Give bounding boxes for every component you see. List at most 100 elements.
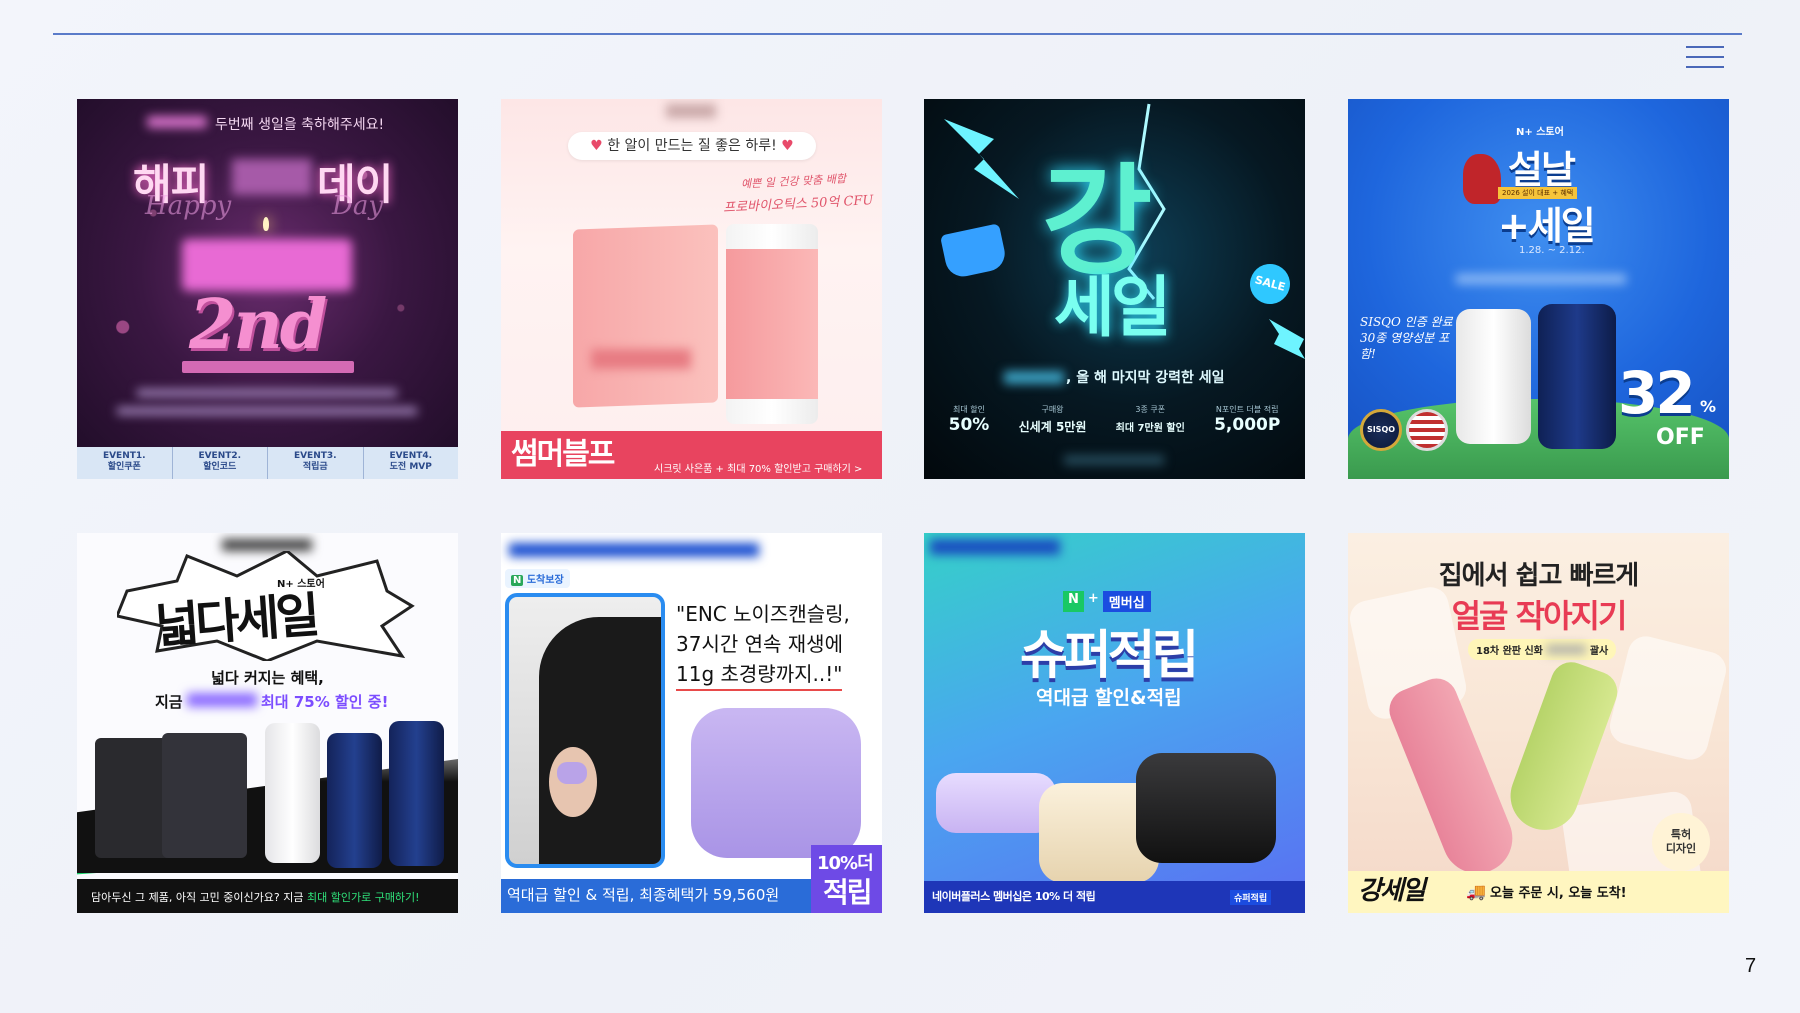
event-item[interactable]: EVENT4. 도전 MVP <box>364 447 459 479</box>
page-number: 7 <box>1745 955 1757 977</box>
brand-logo-text: 썸머블프 <box>511 437 615 472</box>
off-label: OFF <box>1656 425 1705 450</box>
event-bar: EVENT1. 할인쿠폰 EVENT2. 할인코드 EVENT3. 적립금 EVENT… <box>77 447 458 479</box>
footer-cta[interactable]: 시크릿 사은품 + 최대 70% 할인받고 구매하기 > <box>654 460 862 475</box>
footer-text[interactable]: 담아두신 그 제품, 아직 고민 중이신가요? 지금 최대 할인가로 구매하기! <box>91 889 420 905</box>
banner-tile-super-rewards[interactable]: N + 멤버십 슈퍼적립 역대급 할인&적립 네이버플러스 멤버십은 10% 더… <box>924 533 1305 913</box>
event-item[interactable]: EVENT3. 적립금 <box>268 447 364 479</box>
ice-cube-decor <box>1606 632 1729 764</box>
handwrite-line-1: 예쁜 일 건강 맞춤 배합 <box>740 172 847 191</box>
percent-number: 32 <box>1618 359 1696 427</box>
hamburger-menu-icon[interactable] <box>1686 44 1726 70</box>
heart-icon: ♥ <box>781 138 794 154</box>
stat-item: N포인트 더블 적립 5,000P <box>1214 405 1281 435</box>
blurred-brand <box>930 539 1060 555</box>
bottle-label <box>726 249 818 399</box>
title-line-2: 얼굴 작아지기 <box>1451 597 1628 635</box>
tagline-pill: ♥ 한 알이 만드는 질 좋은 하루! ♥ <box>568 132 816 160</box>
footer-text[interactable]: 역대급 할인 & 적립, 최종혜택가 59,560원 <box>507 884 779 905</box>
quote-line: 37시간 연속 재생에 <box>676 632 843 656</box>
product-box <box>573 224 718 408</box>
truck-icon: 🚚 <box>1466 882 1486 901</box>
quote-block: "ENC 노이즈캔슬링, 37시간 연속 재생에 11g 초경량까지..!" <box>676 599 850 691</box>
horse-icon <box>1463 154 1501 204</box>
quote-line: 11g 초경량까지..!" <box>676 659 843 691</box>
title-2: +세일 <box>1498 204 1596 248</box>
blurred-box-text <box>591 349 691 369</box>
blurred-cake <box>182 239 352 291</box>
subtitle-text: 역대급 할인&적립 <box>1036 687 1182 709</box>
brand-logo-text: 강세일 <box>1358 876 1426 906</box>
title-line-1: 집에서 쉽고 빠르게 <box>1438 561 1639 591</box>
heart-icon: ♥ <box>590 138 603 154</box>
arrival-badge: N 도착보장 <box>505 569 570 588</box>
handwrite-line-2: 프로바이오틱스 50억 CFU <box>722 193 874 216</box>
earbuds-case-lavender <box>936 773 1056 833</box>
membership-badge: N + 멤버십 <box>1063 591 1151 612</box>
blurred-subtitle <box>1456 274 1626 284</box>
footer-text[interactable]: 오늘 주문 시, 오늘 도착! <box>1490 882 1627 901</box>
store-badge: N+ 스토어 <box>1516 127 1564 138</box>
title-text: 슈퍼적립 <box>1020 626 1199 686</box>
banner-tile-happy-day[interactable]: 두번째 생일을 축하해주세요! 해피 데이 Happy Day 2nd EVEN… <box>77 99 458 479</box>
line-2-prefix: 지금 <box>155 693 183 711</box>
top-divider-rule <box>53 33 1742 35</box>
product-pouch-2 <box>162 733 247 858</box>
blurred-brand <box>147 116 207 128</box>
blurred-brand <box>222 539 312 551</box>
title-1: 설날 <box>1508 148 1576 192</box>
big-number-text: 2nd <box>189 285 327 365</box>
dates-text: 1.28. ~ 2.12. <box>1519 245 1585 256</box>
cake-base <box>182 361 354 373</box>
line-2-highlight: 최대 75% 할인 중! <box>261 693 389 711</box>
line-1: 넓다 커지는 혜택, <box>211 669 324 687</box>
stat-item: 3종 쿠폰 최대 7만원 할인 <box>1115 405 1185 434</box>
script-right: Day <box>332 191 384 221</box>
sisqo-seal: SISQO <box>1360 409 1402 451</box>
n-logo-icon: N <box>1063 591 1084 612</box>
earbuds-case-black <box>1136 753 1276 863</box>
banner-tile-face-roller[interactable]: 집에서 쉽고 빠르게 얼굴 작아지기 18차 완판 신화 괄사 특허 디자인 강세… <box>1348 533 1729 913</box>
quote-line: "ENC 노이즈캔슬링, <box>676 602 850 626</box>
candle-flame <box>263 217 269 231</box>
handwrite-note: SISQO 인증 완료 30종 영양성분 포함! <box>1360 315 1453 361</box>
banner-tile-wide-sale[interactable]: N+ 스토어 넓다세일 넓다 커지는 혜택, 지금 최대 75% 할인 중! 담… <box>77 533 458 913</box>
stats-row: 최대 할인 50% 구매왕 신세계 5만원 3종 쿠폰 최대 7만원 할인 N포인트 … <box>934 404 1295 435</box>
blurred-text-line-1 <box>137 389 397 397</box>
product-bottle-navy-2 <box>389 721 444 866</box>
stat-item: 최대 할인 50% <box>948 405 990 435</box>
n-logo-icon: N <box>511 575 524 586</box>
blurred-brand-inline <box>187 693 257 707</box>
script-left: Happy <box>145 191 232 221</box>
roller-pink <box>1383 672 1523 884</box>
product-bottle-white <box>1456 309 1531 444</box>
footer-tag: 슈퍼적립 <box>1230 890 1272 905</box>
banner-tile-earbuds-quote[interactable]: N 도착보장 "ENC 노이즈캔슬링, 37시간 연속 재생에 11g 초경량까… <box>501 533 882 913</box>
banner-tile-probiotics[interactable]: ♥ 한 알이 만드는 질 좋은 하루! ♥ 예쁜 일 건강 맞춤 배합 프로바이… <box>501 99 882 479</box>
blurred-brand <box>1004 371 1064 384</box>
banner-tile-big-sale[interactable]: 강 세일 SALE , 올 해 마지막 강력한 세일 최대 할인 50% 구매왕 신… <box>924 99 1305 479</box>
blurred-text-line-2 <box>117 407 417 415</box>
patent-badge: 특허 디자인 <box>1652 813 1710 871</box>
percent-unit: % <box>1700 397 1717 416</box>
blurred-brand <box>509 543 759 557</box>
blurred-brand <box>666 104 716 118</box>
product-bottle-navy-1 <box>327 733 382 868</box>
blurred-name <box>232 159 312 195</box>
product-bottle-white <box>265 723 320 863</box>
product-bottle-navy <box>1538 304 1616 449</box>
big-title-2: 세일 <box>1054 269 1171 346</box>
model-photo <box>505 593 665 868</box>
subtitle-pill: 18차 완판 신화 괄사 <box>1468 639 1617 660</box>
banner-tile-lunar-sale[interactable]: N+ 스토어 설날 2026 설이 대표 + 혜택 +세일 1.28. ~ 2.… <box>1348 99 1729 479</box>
event-item[interactable]: EVENT1. 할인쿠폰 <box>77 447 173 479</box>
stat-item: 구매왕 신세계 5만원 <box>1018 405 1087 434</box>
blurred-brand <box>1546 645 1587 654</box>
title-text: 넓다세일 <box>153 587 318 655</box>
earbuds-case <box>691 708 861 858</box>
subline-text: , 올 해 마지막 강력한 세일 <box>1066 370 1225 386</box>
footer-text[interactable]: 네이버플러스 멤버십은 10% 더 적립 <box>932 888 1096 904</box>
corner-line-2: 적립 <box>823 876 873 909</box>
event-item[interactable]: EVENT2. 할인코드 <box>173 447 268 479</box>
headline-text: 두번째 생일을 축하해주세요! <box>215 117 385 133</box>
